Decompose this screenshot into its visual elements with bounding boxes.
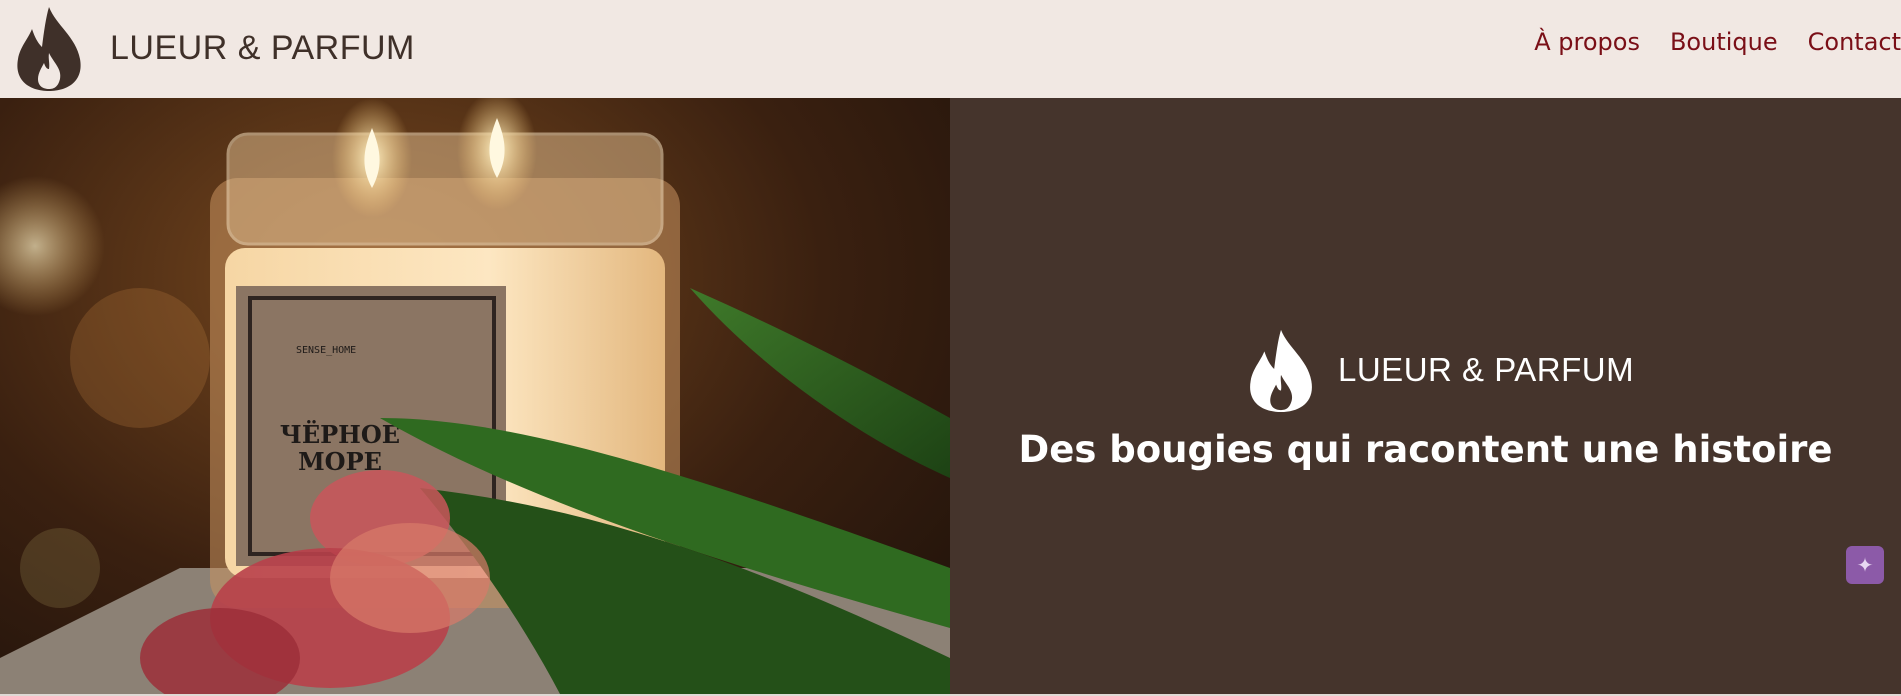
nav-link-boutique[interactable]: Boutique <box>1670 28 1778 56</box>
candle-illustration: ЧЁРНОЕ МОРЕ SENSE_HOME <box>0 98 950 694</box>
candle-photo: ЧЁРНОЕ МОРЕ SENSE_HOME <box>0 98 950 694</box>
brand-name: LUEUR & PARFUM <box>110 28 415 67</box>
hero-section: ЧЁРНОЕ МОРЕ SENSE_HOME LUEUR & PARFUM De… <box>0 98 1901 694</box>
svg-text:ЧЁРНОЕ: ЧЁРНОЕ <box>280 420 400 449</box>
assistant-button[interactable]: ✦ <box>1846 546 1884 584</box>
brand-logo-link[interactable]: LUEUR & PARFUM <box>10 2 415 94</box>
svg-text:SENSE_HOME: SENSE_HOME <box>296 345 356 356</box>
flame-icon <box>17 7 81 91</box>
nav-link-contact[interactable]: Contact <box>1808 28 1901 56</box>
hero-tagline: Des bougies qui racontent une histoire <box>1018 428 1833 471</box>
hero-brand-name: LUEUR & PARFUM <box>1338 351 1635 388</box>
nav-link-a-propos[interactable]: À propos <box>1534 28 1640 56</box>
hero-logo: LUEUR & PARFUM <box>1242 326 1634 414</box>
flame-icon <box>1250 329 1312 413</box>
hero-panel: LUEUR & PARFUM Des bougies qui racontent… <box>950 98 1901 694</box>
site-header: LUEUR & PARFUM À propos Boutique Contact <box>0 0 1901 98</box>
main-nav: À propos Boutique Contact <box>1534 28 1901 56</box>
sparkle-icon: ✦ <box>1856 553 1874 577</box>
